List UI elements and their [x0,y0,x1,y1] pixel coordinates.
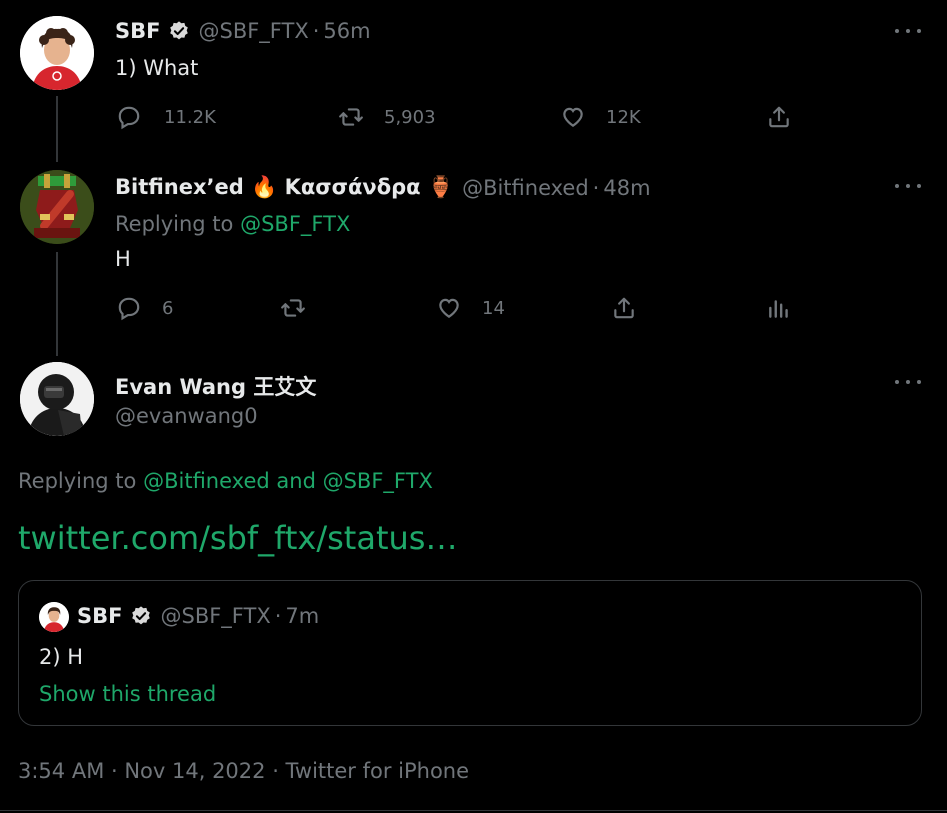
tweet-time: 7m [285,604,320,628]
more-options-icon[interactable] [895,179,921,193]
avatar-evanwang[interactable] [20,362,94,436]
analytics-button[interactable] [766,295,792,321]
reply-icon [118,106,140,130]
tweet-text: H [115,247,131,271]
author-handle[interactable]: @SBF_FTX [198,19,308,43]
sbf-avatar-image [20,16,94,90]
replying-user-link[interactable]: @SBF_FTX [240,212,350,236]
author-handle: @SBF_FTX [160,604,271,628]
reply-button[interactable]: 6 [116,295,173,321]
retweet-icon [281,299,305,317]
separator-dot: · [274,604,282,628]
quote-header: SBF @SBF_FTX · 7m [77,604,319,628]
share-button[interactable] [611,295,637,321]
main-tweet-name: Evan Wang 王艾文 [115,371,316,401]
heart-icon [563,107,583,127]
quoted-tweet-card[interactable]: SBF @SBF_FTX · 7m 2) H Show this thread [18,580,922,726]
replying-and: and [276,469,316,493]
thread-line [56,252,58,356]
retweet-button[interactable] [280,295,320,321]
heart-icon [439,298,459,318]
author-name[interactable]: SBF [115,19,160,43]
replying-to: Replying to @SBF_FTX [115,212,350,236]
author-name[interactable]: Evan Wang 王艾文 [115,371,316,401]
tweet-time[interactable]: 56m [323,19,370,43]
sbf-avatar-image [39,602,69,632]
verified-badge-icon [170,21,189,40]
replying-label: Replying to [18,469,137,493]
avatar-sbf[interactable] [20,16,94,90]
divider [0,810,947,811]
evanwang-avatar-image [20,362,94,436]
quote-text: 2) H [39,645,84,669]
like-button[interactable]: 14 [436,295,505,321]
author-handle[interactable]: @evanwang0 [115,404,258,428]
verified-badge-icon [132,606,151,625]
avatar-bitfinexed[interactable] [20,170,94,244]
tweet-time[interactable]: 48m [603,176,650,200]
bitfinexed-avatar-image [20,170,94,244]
reply-icon [118,297,140,321]
tweet-timestamp[interactable]: 3:54 AM · Nov 14, 2022 · Twitter for iPh… [18,759,469,783]
retweet-button[interactable]: 5,903 [338,104,436,130]
like-count: 14 [482,297,505,319]
tweet1-header: SBF @SBF_FTX · 56m [115,19,371,43]
tweet-link[interactable]: twitter.com/sbf_ftx/status… [18,519,457,557]
separator-dot: · [592,175,600,200]
author-handle[interactable]: @Bitfinexed [462,176,589,200]
replying-user-link[interactable]: @Bitfinexed [143,469,270,493]
analytics-icon [769,300,788,318]
more-options-icon[interactable] [895,375,921,389]
show-thread-link[interactable]: Show this thread [39,682,216,706]
author-name[interactable]: Bitfinex’ed 🔥 Κασσάνδρα 🏺 [115,175,454,200]
thread-line [56,96,58,162]
separator-dot: · [312,19,320,43]
reply-count: 6 [162,297,174,319]
retweet-count: 5,903 [384,106,436,128]
like-count: 12K [606,106,641,128]
tweet-text: 1) What [115,56,199,80]
share-icon [614,297,634,319]
share-button[interactable] [766,104,792,130]
more-options-icon[interactable] [895,24,921,38]
replying-label: Replying to [115,212,234,236]
reply-count: 11.2K [164,106,216,128]
tweet2-header: Bitfinex’ed 🔥 Κασσάνδρα 🏺 @Bitfinexed · … [115,175,651,200]
reply-button[interactable]: 11.2K [116,104,216,130]
share-icon [769,106,789,128]
author-name: SBF [77,604,123,628]
like-button[interactable]: 12K [560,104,641,130]
avatar-sbf-small[interactable] [39,602,69,632]
retweet-icon [339,108,363,126]
replying-user-link[interactable]: @SBF_FTX [323,469,433,493]
replying-to: Replying to @Bitfinexed and @SBF_FTX [18,469,433,493]
